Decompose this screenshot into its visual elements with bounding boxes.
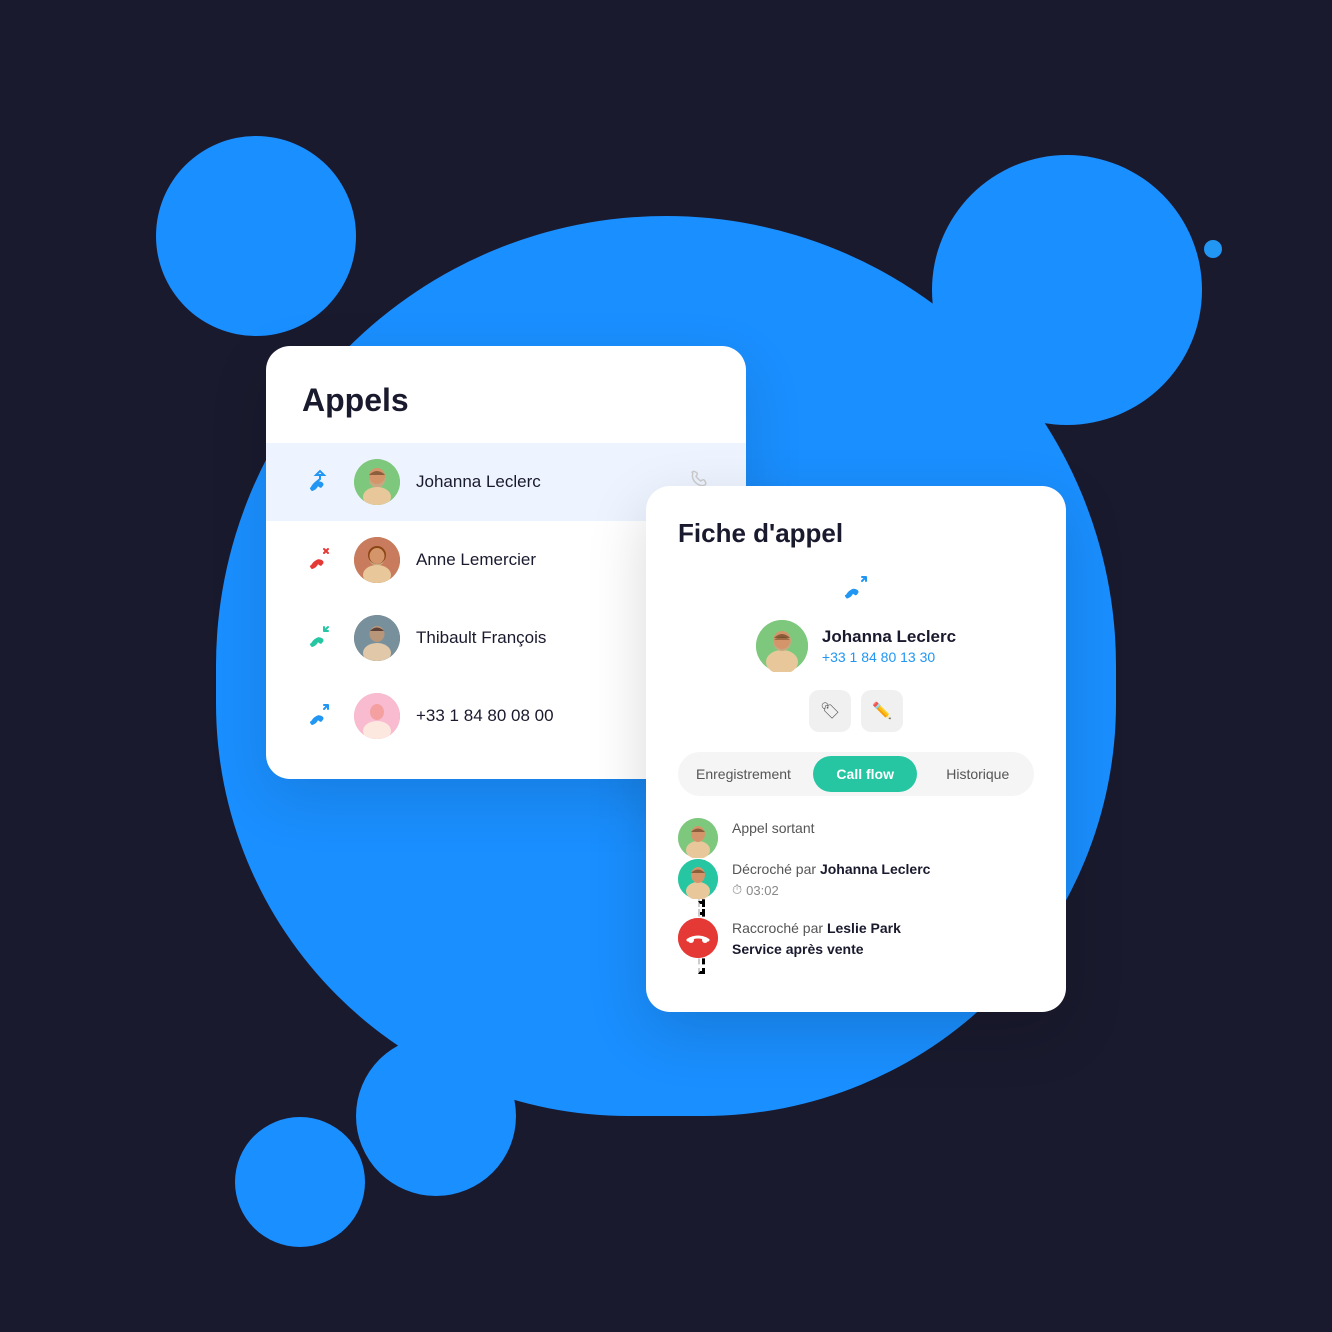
tag-button[interactable]: 🏷: [809, 690, 851, 732]
scene: Appels: [0, 0, 1332, 1332]
service-name: Service après vente: [732, 941, 864, 957]
tab-enregistrement[interactable]: Enregistrement: [682, 756, 805, 792]
call-icon-wrap-thibault: [302, 620, 338, 656]
avatar-johanna: [354, 459, 400, 505]
call-icon-wrap-unknown: [302, 698, 338, 734]
fiche-actions: 🏷 ✏️: [678, 690, 1034, 732]
fiche-call-type-icon: [840, 569, 872, 608]
avatar-anne: [354, 537, 400, 583]
flow-text-3: Raccroché par Leslie Park Service après …: [732, 918, 1034, 960]
outgoing-call-icon: [306, 465, 334, 500]
avatar-thibault: [354, 615, 400, 661]
fiche-contact-name: Johanna Leclerc: [822, 627, 956, 647]
blob-dot: [1204, 240, 1222, 258]
blob-bottom-left: [235, 1117, 365, 1247]
incoming-call-icon: [306, 621, 334, 656]
flow-time-2: ⏱ 03:02: [732, 882, 1034, 898]
flow-avatar-3: [678, 918, 718, 958]
missed-call-icon: [306, 543, 334, 578]
fiche-contact-phone: +33 1 84 80 13 30: [822, 649, 956, 665]
flow-content-2: Décroché par Johanna Leclerc ⏱ 03:02: [732, 859, 1034, 918]
call-name-johanna: Johanna Leclerc: [416, 472, 672, 492]
outgoing-call-icon-2: [306, 699, 334, 734]
flow-text-2: Décroché par Johanna Leclerc: [732, 859, 1034, 880]
fiche-tabs: Enregistrement Call flow Historique: [678, 752, 1034, 796]
call-icon-wrap: [302, 464, 338, 500]
flow-content-1: Appel sortant: [732, 818, 1034, 859]
flow-item-1: Appel sortant: [678, 818, 1034, 859]
call-flow: Appel sortant D: [678, 818, 1034, 980]
fiche-contact-info: Johanna Leclerc +33 1 84 80 13 30: [822, 627, 956, 665]
edit-button[interactable]: ✏️: [861, 690, 903, 732]
flow-item-2: Décroché par Johanna Leclerc ⏱ 03:02: [678, 859, 1034, 918]
fiche-avatar: [756, 620, 808, 672]
edit-icon: ✏️: [872, 701, 892, 721]
flow-text-1: Appel sortant: [732, 818, 1034, 839]
flow-item-3: Raccroché par Leslie Park Service après …: [678, 918, 1034, 980]
appels-title: Appels: [266, 382, 746, 443]
flow-content-3: Raccroché par Leslie Park Service après …: [732, 918, 1034, 980]
avatar-unknown: [354, 693, 400, 739]
fiche-title: Fiche d'appel: [678, 518, 1034, 549]
flow-avatar-1: [678, 818, 718, 858]
fiche-contact-section: Johanna Leclerc +33 1 84 80 13 30: [678, 569, 1034, 672]
timer-icon: ⏱: [732, 882, 742, 898]
fiche-contact-row: Johanna Leclerc +33 1 84 80 13 30: [756, 620, 956, 672]
johanna-name: Johanna Leclerc: [820, 861, 931, 877]
call-icon-wrap-anne: [302, 542, 338, 578]
tag-icon: 🏷: [820, 701, 840, 721]
flow-avatar-2: [678, 859, 718, 899]
fiche-card: Fiche d'appel: [646, 486, 1066, 1012]
tab-historique[interactable]: Historique: [925, 756, 1030, 792]
flow-duration: 03:02: [746, 883, 779, 898]
cards-wrapper: Appels: [266, 316, 1066, 1016]
leslie-name: Leslie Park: [827, 920, 901, 936]
tab-call-flow[interactable]: Call flow: [813, 756, 918, 792]
